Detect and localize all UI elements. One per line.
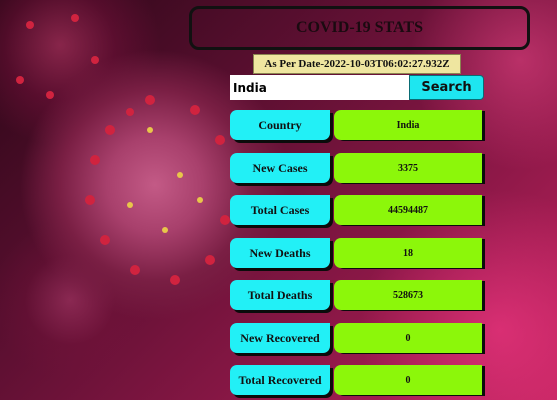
stat-row-new-cases: New Cases 3375 — [230, 153, 486, 183]
stat-label: New Cases — [230, 153, 330, 183]
stat-value: 0 — [334, 365, 482, 395]
stat-label: New Recovered — [230, 323, 330, 353]
stat-value: 3375 — [334, 153, 482, 183]
stat-row-total-recovered: Total Recovered 0 — [230, 365, 486, 395]
stat-label: Total Cases — [230, 195, 330, 225]
stat-value: 528673 — [334, 280, 482, 310]
stat-row-total-deaths: Total Deaths 528673 — [230, 280, 486, 310]
stat-value: 0 — [334, 323, 482, 353]
stat-value: 18 — [334, 238, 482, 268]
stat-label: Total Deaths — [230, 280, 330, 310]
country-search-input[interactable] — [230, 75, 410, 100]
stat-label: Country — [230, 110, 330, 140]
stat-row-total-cases: Total Cases 44594487 — [230, 195, 486, 225]
stat-label: New Deaths — [230, 238, 330, 268]
as-per-date-label: As Per Date-2022-10-03T06:02:27.932Z — [253, 54, 461, 74]
stat-row-country: Country India — [230, 110, 486, 140]
stat-label: Total Recovered — [230, 365, 330, 395]
search-button[interactable]: Search — [409, 75, 484, 100]
stat-value: 44594487 — [334, 195, 482, 225]
page-title: COVID-19 STATS — [189, 6, 530, 50]
stat-row-new-recovered: New Recovered 0 — [230, 323, 486, 353]
stat-value: India — [334, 110, 482, 140]
stat-row-new-deaths: New Deaths 18 — [230, 238, 486, 268]
